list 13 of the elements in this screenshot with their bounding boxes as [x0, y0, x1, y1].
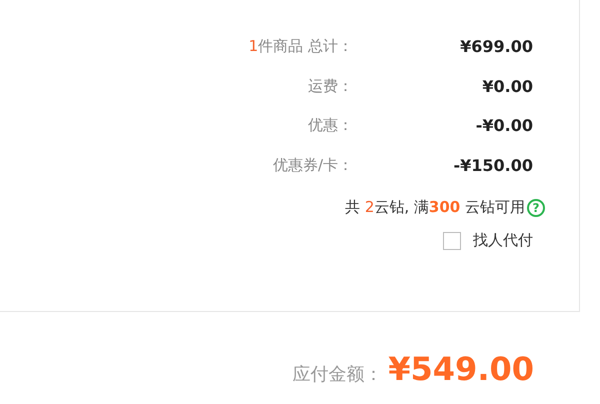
summary-label: 1件商品 总计： — [248, 37, 353, 56]
coins-text: 共 2云钻, 满300 云钻可用 — [345, 198, 525, 217]
checkbox-label[interactable]: 找人代付 — [473, 231, 533, 250]
summary-label: 运费： — [307, 76, 353, 96]
summary-value: ¥699.00 — [459, 37, 533, 56]
checkbox[interactable] — [443, 232, 461, 250]
total-amount: ¥549.00 — [388, 350, 534, 388]
summary-value: -¥0.00 — [474, 116, 533, 135]
summary-label: 优惠券/卡： — [272, 156, 353, 174]
total-label: 应付金额： — [292, 363, 382, 386]
summary-value: -¥150.00 — [452, 156, 533, 174]
summary-value: ¥0.00 — [481, 76, 533, 96]
summary-label: 优惠： — [307, 116, 353, 135]
